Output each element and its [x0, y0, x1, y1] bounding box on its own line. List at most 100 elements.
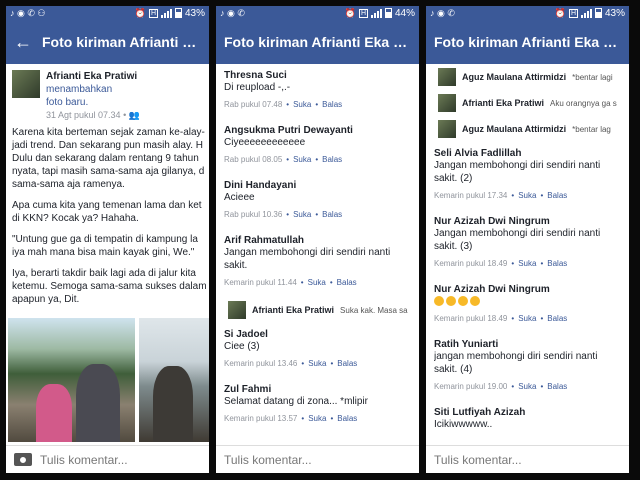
- reply-link[interactable]: Balas: [322, 210, 342, 219]
- comment-input[interactable]: Tulis komentar...: [224, 453, 312, 467]
- photo-grid: [6, 314, 209, 442]
- like-link[interactable]: Suka: [293, 210, 311, 219]
- comment: Siti Lutfiyah Azizah Icikiwwwww..: [426, 401, 629, 433]
- reply-author: Afrianti Eka Pratiwi: [462, 98, 545, 108]
- commenter-name[interactable]: Nur Azizah Dwi Ningrum: [434, 216, 623, 227]
- reply-link[interactable]: Balas: [337, 414, 357, 423]
- comment: Si Jadoel Ciee (3) Kemarin pukul 13.46 • S…: [216, 323, 419, 378]
- comment: Nur Azizah Dwi Ningrum Jangan membohongi…: [426, 210, 629, 278]
- reply-avatar: [438, 68, 456, 86]
- reply-link[interactable]: Balas: [322, 155, 342, 164]
- grinning-emoji-icon: [434, 296, 444, 307]
- comment-time: Kemarin pukul 11.44: [224, 278, 297, 287]
- reply-preview[interactable]: Aguz Maulana Attirmidzi *bentar lagi: [426, 64, 629, 90]
- post-body: Karena kita berteman sejak zaman ke-alay…: [6, 126, 209, 314]
- reply-link[interactable]: Balas: [322, 100, 342, 109]
- commenter-name[interactable]: Arif Rahmatullah: [224, 235, 413, 246]
- comment-text: Ciyeeeeeeeeeeee: [224, 137, 306, 148]
- commenter-name[interactable]: Angsukma Putri Dewayanti: [224, 125, 413, 136]
- post-photo[interactable]: [8, 318, 136, 442]
- commenter-name[interactable]: Dini Handayani: [224, 180, 413, 191]
- signal-icon: [370, 8, 382, 18]
- like-link[interactable]: Suka: [518, 259, 536, 268]
- comment-text: Jangan membohongi diri sendiri nanti sak…: [224, 247, 391, 271]
- comment-input[interactable]: Tulis komentar...: [434, 453, 522, 467]
- comment-time: Kemarin pukul 17.34: [434, 191, 508, 200]
- post-photo[interactable]: [139, 318, 209, 442]
- alarm-icon: ⏰: [344, 7, 356, 18]
- commenter-name[interactable]: Nur Azizah Dwi Ningrum: [434, 284, 623, 295]
- app-bar: ← Foto kiriman Afrianti Eka P...: [6, 20, 209, 64]
- app-bar: Foto kiriman Afrianti Eka P...: [426, 20, 629, 64]
- friends-icon: 👥: [128, 110, 140, 120]
- back-arrow-icon[interactable]: ←: [14, 32, 32, 53]
- post-line: Iya, berarti takdir baik lagi ada di jal…: [12, 268, 196, 279]
- comment-time: Rab pukul 08.05: [224, 155, 283, 164]
- reply-link[interactable]: Balas: [547, 191, 567, 200]
- author-avatar[interactable]: [12, 70, 40, 98]
- post-header: Afrianti Eka Pratiwi menambahkan foto ba…: [6, 64, 209, 126]
- comment-composer: Tulis komentar...: [426, 445, 629, 473]
- reply-link[interactable]: Balas: [337, 278, 357, 287]
- battery-level: 43%: [184, 7, 205, 19]
- commenter-name[interactable]: Ratih Yuniarti: [434, 339, 623, 350]
- like-link[interactable]: Suka: [518, 191, 536, 200]
- comment-text: Icikiwwwww..: [434, 419, 493, 430]
- battery-icon: [384, 8, 392, 18]
- comment-time: Rab pukul 07.48: [224, 100, 283, 109]
- hd-icon: H: [568, 8, 578, 18]
- hd-icon: H: [358, 8, 368, 18]
- author-name[interactable]: Afrianti Eka Pratiwi: [46, 71, 137, 82]
- comment-input[interactable]: Tulis komentar...: [40, 453, 128, 467]
- like-link[interactable]: Suka: [293, 155, 311, 164]
- like-link[interactable]: Suka: [308, 414, 326, 423]
- battery-level: 43%: [604, 7, 625, 19]
- comment-time: Kemarin pukul 18.49: [434, 259, 508, 268]
- like-link[interactable]: Suka: [308, 278, 326, 287]
- like-link[interactable]: Suka: [293, 100, 311, 109]
- person-figure: [36, 384, 72, 442]
- grinning-emoji-icon: [458, 296, 468, 307]
- reply-link[interactable]: Balas: [547, 314, 567, 323]
- phone-screen-1: ♪ ◉ ✆ ⚇ ⏰ H 43% ← Foto kiriman Afrianti …: [6, 6, 209, 473]
- like-link[interactable]: Suka: [518, 382, 536, 391]
- post-line: ketemu. Semoga sama-sama sukses dalam: [12, 281, 207, 292]
- commenter-name[interactable]: Seli Alvia Fadlillah: [434, 148, 623, 159]
- post-time[interactable]: 31 Agt pukul 07.34 •: [46, 110, 126, 120]
- page-title: Foto kiriman Afrianti Eka P...: [42, 34, 201, 50]
- signal-icon: [160, 8, 172, 18]
- commenter-name[interactable]: Zul Fahmi: [224, 384, 413, 395]
- comment: Zul Fahmi Selamat datang di zona... *mli…: [216, 378, 419, 433]
- post-line: Dulu dan sekarang dalam rentang 9 tahun: [12, 153, 199, 164]
- status-bar: ♪ ◉ ✆ ⏰ H 43%: [426, 6, 629, 20]
- like-link[interactable]: Suka: [308, 359, 326, 368]
- reply-preview[interactable]: Afrianti Eka Pratiwi Suka kak. Masa sa: [216, 297, 419, 323]
- reply-link[interactable]: Balas: [547, 259, 567, 268]
- reply-text: *bentar lag: [572, 124, 611, 134]
- battery-icon: [594, 8, 602, 18]
- reply-link[interactable]: Balas: [337, 359, 357, 368]
- comment: Thresna Suci Di reupload -,.- Rab pukul …: [216, 64, 419, 119]
- person-figure: [153, 366, 194, 442]
- reply-preview[interactable]: Afrianti Eka Pratiwi Aku orangnya ga s: [426, 90, 629, 116]
- reply-link[interactable]: Balas: [547, 382, 567, 391]
- reply-text: Suka kak. Masa sa: [340, 305, 408, 315]
- reply-avatar: [438, 94, 456, 112]
- phone-screen-3: ♪ ◉ ✆ ⏰ H 43% Foto kiriman Afrianti Eka …: [426, 6, 629, 473]
- post-line: "Untung gue ga di tempatin di kampung la: [12, 234, 198, 245]
- comment-time: Rab pukul 10.36: [224, 210, 283, 219]
- reply-author: Afrianti Eka Pratiwi: [252, 305, 335, 315]
- like-link[interactable]: Suka: [518, 314, 536, 323]
- comment-text: Jangan membohongi diri sendiri nanti sak…: [434, 160, 601, 184]
- commenter-name[interactable]: Si Jadoel: [224, 329, 413, 340]
- reply-avatar: [228, 301, 246, 319]
- grinning-emoji-icon: [470, 296, 480, 307]
- camera-icon[interactable]: [14, 453, 32, 466]
- reply-text: *bentar lagi: [572, 72, 613, 82]
- signal-icon: [580, 8, 592, 18]
- commenter-name[interactable]: Thresna Suci: [224, 70, 413, 81]
- commenter-name[interactable]: Siti Lutfiyah Azizah: [434, 407, 623, 418]
- comment: Seli Alvia Fadlillah Jangan membohongi d…: [426, 142, 629, 210]
- reply-preview[interactable]: Aguz Maulana Attirmidzi *bentar lag: [426, 116, 629, 142]
- hd-icon: H: [148, 8, 158, 18]
